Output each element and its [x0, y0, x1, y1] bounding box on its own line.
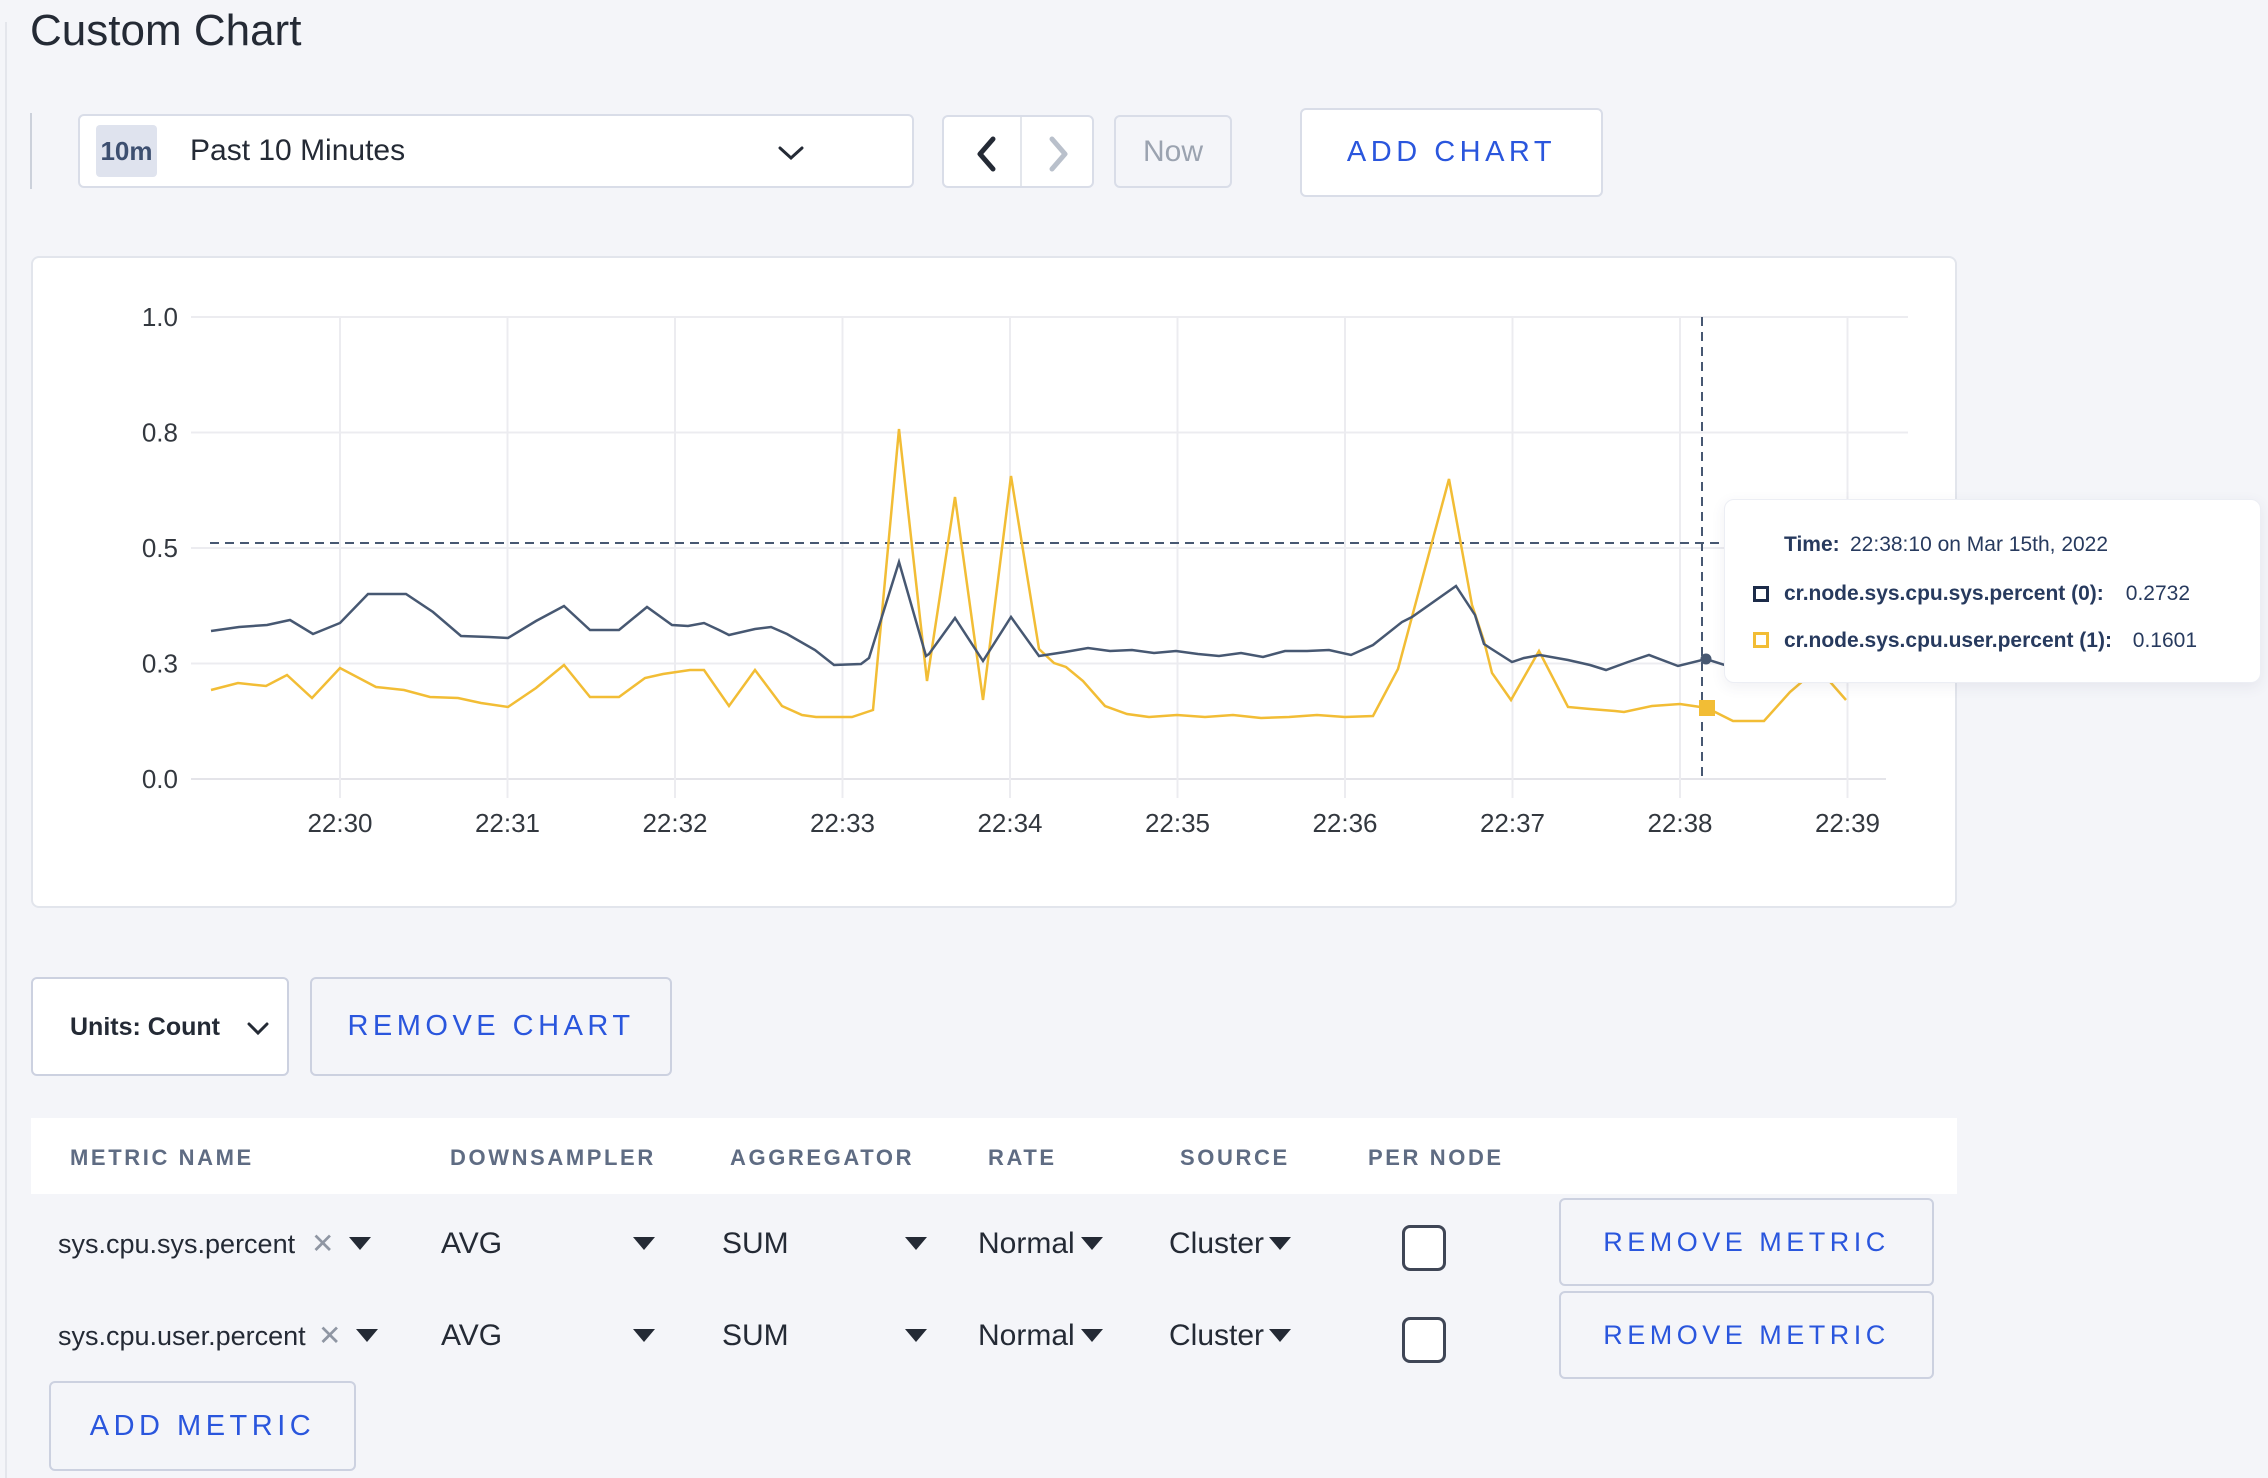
svg-text:1.0: 1.0	[142, 302, 178, 332]
svg-text:0.3: 0.3	[142, 649, 178, 679]
svg-text:22:31: 22:31	[475, 808, 540, 838]
svg-text:22:30: 22:30	[307, 808, 372, 838]
svg-text:22:33: 22:33	[810, 808, 875, 838]
svg-text:22:34: 22:34	[977, 808, 1042, 838]
svg-text:22:37: 22:37	[1480, 808, 1545, 838]
svg-text:0.8: 0.8	[142, 418, 178, 448]
svg-text:0.5: 0.5	[142, 533, 178, 563]
svg-text:0.0: 0.0	[142, 764, 178, 794]
svg-text:22:39: 22:39	[1815, 808, 1880, 838]
svg-text:22:38: 22:38	[1647, 808, 1712, 838]
svg-text:22:35: 22:35	[1145, 808, 1210, 838]
svg-text:22:32: 22:32	[642, 808, 707, 838]
svg-text:22:36: 22:36	[1312, 808, 1377, 838]
